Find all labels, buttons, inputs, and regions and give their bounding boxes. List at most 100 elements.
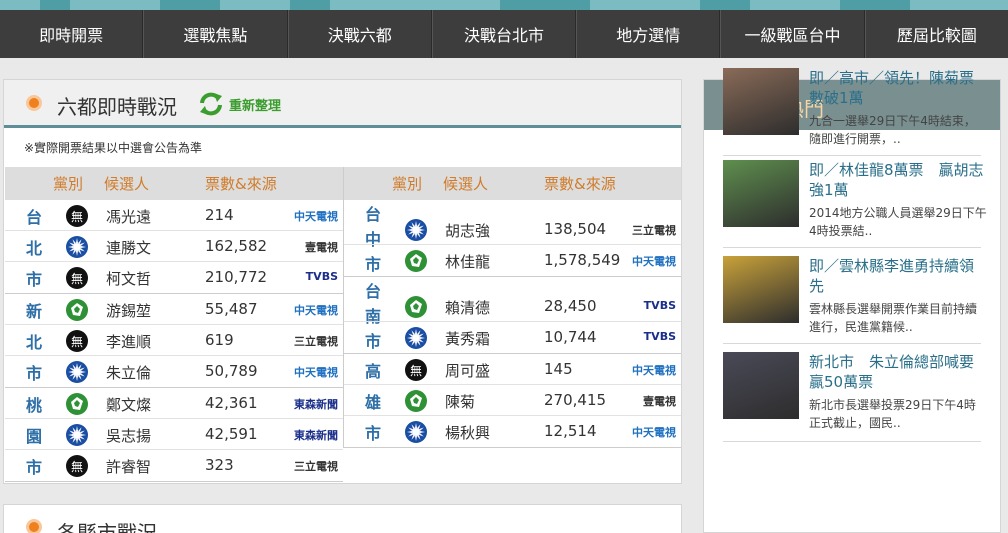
table-row: 朱立倫 50,789 中天電視 [5, 356, 343, 387]
news-title-link[interactable]: 新北市 朱立倫總部喊要贏50萬票 [809, 352, 985, 392]
panel-header: 六都即時戰況 重新整理 [4, 80, 681, 128]
candidate-name: 游錫堃 [106, 302, 152, 320]
refresh-label: 重新整理 [229, 98, 282, 114]
nav-live-count[interactable]: 即時開票 [0, 10, 144, 58]
source-logo: 三立電視 [632, 224, 676, 237]
refresh-button[interactable]: 重新整理 [197, 90, 281, 118]
nav-focus[interactable]: 選戰焦點 [143, 10, 288, 58]
news-thumbnail[interactable] [723, 68, 799, 135]
news-thumbnail[interactable] [723, 256, 799, 323]
independent-icon: 無 [405, 359, 427, 381]
independent-icon: 無 [66, 267, 88, 289]
vote-count: 270,415 [544, 391, 607, 409]
vote-count: 42,591 [205, 425, 258, 443]
news-item[interactable]: 即／高市／領先！陳菊票數破1萬 九合一選舉29日下午4時結束，隨即進行開票，.. [723, 68, 981, 156]
next-section: 各縣市戰況 [3, 504, 682, 533]
kmt-emblem-icon [66, 424, 88, 446]
vote-count: 138,504 [544, 220, 607, 238]
table-row: 無李進順 619 三立電視 [5, 325, 343, 356]
vote-count: 42,361 [205, 394, 258, 412]
table-row: 陳菊 270,415 壹電視 [344, 385, 681, 416]
candidate-name: 馮光遠 [106, 208, 152, 226]
source-logo: 三立電視 [294, 335, 338, 348]
news-thumbnail[interactable] [723, 352, 799, 419]
candidate-name: 鄭文燦 [106, 396, 152, 414]
hot-news-panel: 選戰最熱門 即／高市／領先！陳菊票數破1萬九合一選舉29日下午4時結束，隨即進行… [703, 68, 1001, 533]
six-cities-panel: 六都即時戰況 重新整理 ※實際開票結果以中選會公告為準 黨別 候選人 票數&來源台北… [3, 79, 682, 484]
news-item[interactable]: 即／林佳龍8萬票 贏胡志強1萬 2014地方公職人員選舉29日下午4時投票結.. [723, 160, 987, 248]
vote-count: 12,514 [544, 422, 597, 440]
nav-local[interactable]: 地方選情 [576, 10, 721, 58]
table-row: 鄭文燦 42,361 東森新聞 [5, 388, 343, 419]
news-title-link[interactable]: 即／高市／領先！陳菊票數破1萬 [809, 68, 985, 108]
source-logo: 中天電視 [632, 364, 676, 377]
vote-count: 210,772 [205, 268, 268, 286]
table-row: 胡志強 138,504 三立電視 [344, 214, 681, 245]
candidate-name: 胡志強 [445, 222, 491, 240]
next-section-title: 各縣市戰況 [57, 521, 157, 533]
dpp-emblem-icon [66, 393, 88, 415]
vote-count: 145 [544, 360, 573, 378]
table-row: 無許睿智 323 三立電視 [5, 450, 343, 481]
nav-taichung[interactable]: 一級戰區台中 [720, 10, 865, 58]
city-group: 台中市胡志強 138,504 三立電視 林佳龍 1,578,549 中天電視 [344, 200, 681, 277]
results-table-left: 黨別 候選人 票數&來源台北市無馮光遠 214 中天電視 連勝文 162,582 壹電視無柯文… [5, 167, 343, 482]
news-title-link[interactable]: 即／林佳龍8萬票 贏胡志強1萬 [809, 160, 985, 200]
candidate-name: 柯文哲 [106, 270, 152, 288]
candidate-name: 黃秀霜 [445, 330, 491, 348]
city-group: 桃園市鄭文燦 42,361 東森新聞 吳志揚 42,591 東森新聞無許睿智 323 三立電視 [5, 388, 343, 482]
news-thumbnail[interactable] [723, 160, 799, 227]
refresh-icon [200, 92, 222, 116]
section-dot-icon [26, 519, 42, 533]
header-candidate: 候選人 [104, 175, 150, 193]
vote-count: 28,450 [544, 297, 597, 315]
source-logo: 中天電視 [294, 210, 338, 223]
table-row: 林佳龍 1,578,549 中天電視 [344, 245, 681, 276]
news-snippet: 雲林縣長選舉開票作業目前持續進行，民進黨籍候.. [809, 302, 978, 334]
main-nav: 即時開票 選戰焦點 決戰六都 決戰台北市 地方選情 一級戰區台中 歷屆比較圖 [0, 10, 1008, 58]
table-row: 黃秀霜 10,744 TVBS [344, 322, 681, 353]
candidate-name: 朱立倫 [106, 364, 152, 382]
kmt-emblem-icon [405, 421, 427, 443]
news-item[interactable]: 新北市 朱立倫總部喊要贏50萬票 新北市長選舉投票29日下午4時正式截止，國民.. [723, 352, 981, 442]
vote-count: 10,744 [544, 328, 597, 346]
kmt-emblem-icon [405, 219, 427, 241]
kmt-emblem-icon [66, 361, 88, 383]
candidate-name: 賴清德 [445, 299, 491, 317]
source-logo: 東森新聞 [294, 398, 338, 411]
table-row: 無馮光遠 214 中天電視 [5, 200, 343, 231]
news-item[interactable]: 即／雲林縣李進勇持續領先 雲林縣長選舉開票作業目前持續進行，民進黨籍候.. [723, 256, 981, 344]
news-snippet: 九合一選舉29日下午4時結束，隨即進行開票，.. [809, 114, 976, 146]
candidate-name: 許睿智 [106, 458, 152, 476]
independent-icon: 無 [66, 455, 88, 477]
results-table-right: 黨別 候選人 票數&來源台中市胡志強 138,504 三立電視 林佳龍 1,578,549 中… [343, 167, 681, 448]
nav-history[interactable]: 歷屆比較圖 [864, 10, 1008, 58]
candidate-name: 楊秋興 [445, 424, 491, 442]
table-row: 賴清德 28,450 TVBS [344, 291, 681, 322]
header-votes: 票數&來源 [544, 175, 616, 193]
source-logo: 中天電視 [294, 304, 338, 317]
news-snippet: 2014地方公職人員選舉29日下午4時投票結.. [809, 206, 987, 238]
nav-six-cities[interactable]: 決戰六都 [287, 10, 432, 58]
dpp-emblem-icon [66, 299, 88, 321]
table-row: 游錫堃 55,487 中天電視 [5, 294, 343, 325]
source-logo: 東森新聞 [294, 429, 338, 442]
source-logo: 三立電視 [294, 460, 338, 473]
candidate-name: 連勝文 [106, 239, 152, 257]
source-logo: 壹電視 [305, 241, 338, 254]
kmt-emblem-icon [405, 327, 427, 349]
vote-count: 619 [205, 331, 234, 349]
vote-count: 55,487 [205, 300, 258, 318]
vote-count: 323 [205, 456, 234, 474]
vote-count: 162,582 [205, 237, 268, 255]
dpp-emblem-icon [405, 250, 427, 272]
news-title-link[interactable]: 即／雲林縣李進勇持續領先 [809, 256, 985, 296]
top-banner [0, 0, 1008, 10]
source-logo: TVBS [643, 330, 676, 343]
kmt-emblem-icon [66, 236, 88, 258]
city-group: 台南市賴清德 28,450 TVBS 黃秀霜 10,744 TVBS [344, 277, 681, 354]
header-party: 黨別 [53, 175, 84, 193]
nav-taipei[interactable]: 決戰台北市 [431, 10, 577, 58]
source-logo: 中天電視 [294, 366, 338, 379]
candidate-name: 陳菊 [445, 393, 476, 411]
